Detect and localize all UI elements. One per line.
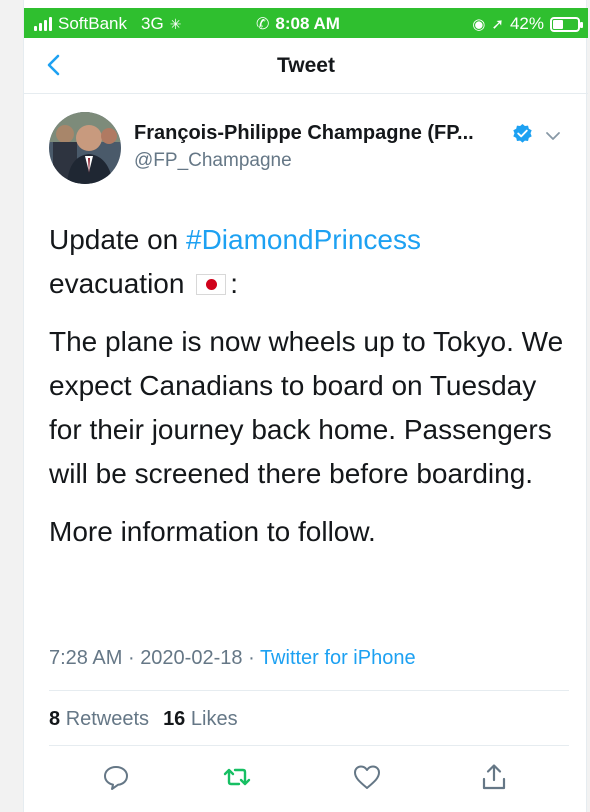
action-bar xyxy=(24,762,588,798)
author-name[interactable]: François-Philippe Champagne (FP... xyxy=(134,122,474,145)
share-icon[interactable] xyxy=(479,762,509,792)
tweet-text: Update on #DiamondPrincess evacuation : … xyxy=(49,218,569,568)
battery-fill xyxy=(553,19,563,29)
tweet-date: 2020-02-18 xyxy=(140,647,243,669)
like-icon[interactable] xyxy=(352,762,382,792)
retweets-label: Retweets xyxy=(65,708,150,730)
source-link[interactable]: Twitter for iPhone xyxy=(260,647,416,669)
orientation-lock-icon: ◉ xyxy=(472,16,486,33)
separator: · xyxy=(248,647,255,669)
network-type: 3G xyxy=(141,14,164,33)
page-title: Tweet xyxy=(277,54,335,77)
phone-icon: ✆ xyxy=(256,16,270,33)
reply-icon[interactable] xyxy=(101,762,131,792)
tweet-text-evacuation: evacuation xyxy=(49,268,185,299)
verified-badge-icon xyxy=(513,123,532,143)
avatar[interactable] xyxy=(49,112,121,184)
tweet-text-colon: : xyxy=(230,268,238,299)
likes-count: 16 xyxy=(163,708,186,730)
nav-bar: Tweet xyxy=(24,38,588,94)
divider xyxy=(49,745,569,746)
battery-percent: 42% xyxy=(509,14,544,33)
status-bar: SoftBank 3G ✳ ✆ 8:08 AM ◉ ➚ 42% xyxy=(24,8,588,38)
hashtag-link[interactable]: #DiamondPrincess xyxy=(186,224,421,255)
tweet-screen: SoftBank 3G ✳ ✆ 8:08 AM ◉ ➚ 42% Tweet Fr… xyxy=(23,0,588,812)
divider xyxy=(49,690,569,691)
engagement-stats: 8 Retweets 16 Likes xyxy=(49,708,238,731)
carrier-name: SoftBank xyxy=(58,14,127,33)
tweet-paragraph: The plane is now wheels up to Tokyo. We … xyxy=(49,326,564,489)
separator: · xyxy=(127,647,135,669)
tweet-timestamp: 7:28 AM · 2020-02-18 · Twitter for iPhon… xyxy=(49,647,416,670)
tweet-paragraph: More information to follow. xyxy=(49,516,376,547)
likes-stat[interactable]: 16 Likes xyxy=(163,708,238,731)
likes-label: Likes xyxy=(190,708,238,730)
status-time: 8:08 AM xyxy=(275,14,340,33)
japan-flag-icon xyxy=(196,274,227,295)
retweets-count: 8 xyxy=(49,708,61,730)
tweet-time: 7:28 AM xyxy=(49,647,123,669)
retweets-stat[interactable]: 8 Retweets xyxy=(49,708,149,731)
battery-icon xyxy=(550,16,583,32)
chevron-down-icon[interactable] xyxy=(544,127,562,145)
tweet-text-prefix: Update on xyxy=(49,224,186,255)
retweet-icon[interactable] xyxy=(222,762,252,792)
signal-icon xyxy=(34,17,52,31)
author-handle[interactable]: @FP_Champagne xyxy=(134,150,292,172)
activity-icon: ✳ xyxy=(169,15,182,32)
location-icon: ➚ xyxy=(491,16,504,33)
